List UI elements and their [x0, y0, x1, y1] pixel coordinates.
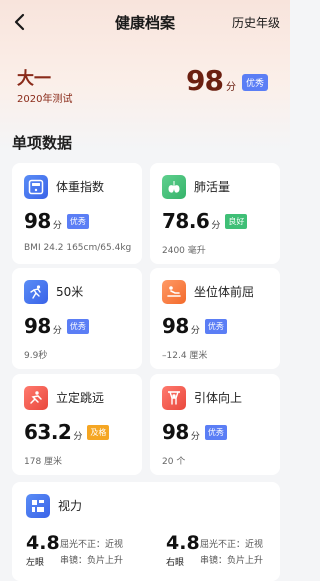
card-detail: 9.9秒: [24, 351, 48, 361]
bmi-scale-icon: [24, 175, 48, 199]
right-eye-refraction: 屈光不正：近视: [200, 540, 264, 550]
nav-bar: 健康档案 历史年级: [0, 0, 290, 44]
left-eye-lens: 串镜：负片上升: [60, 556, 124, 566]
card-name: 肺活量: [194, 180, 231, 194]
score-unit: 分: [211, 221, 221, 231]
overall-grade-badge: 优秀: [241, 74, 268, 91]
card-bmi[interactable]: 体重指数 98 分 优秀 BMI 24.2 165cm/65.4kg: [12, 163, 142, 264]
left-eye-label: 左眼: [26, 558, 45, 568]
right-eye-value: 4.8: [166, 532, 200, 554]
section-title: 单项数据: [12, 134, 73, 152]
score-unit: 分: [190, 432, 200, 442]
card-detail: 2400 毫升: [162, 246, 206, 256]
card-standing-long-jump[interactable]: 立定跳远 63.2 分 及格 178 厘米: [12, 374, 142, 475]
score-unit: 分: [190, 326, 200, 336]
card-sit-and-reach[interactable]: 坐位体前屈 98 分 优秀 –12.4 厘米: [150, 268, 280, 369]
test-year: 2020年测试: [17, 94, 73, 105]
long-jump-icon: [24, 386, 48, 410]
history-grade-link[interactable]: 历史年级: [232, 14, 280, 31]
score-value: 63.2: [24, 420, 72, 444]
overall-score-unit: 分: [225, 82, 236, 93]
card-detail: 20 个: [162, 457, 186, 467]
score-row: 98 分 优秀: [162, 314, 227, 338]
right-eye: 4.8 右眼: [166, 532, 200, 568]
overall-score-value: 98: [186, 64, 224, 97]
card-name: 引体向上: [194, 391, 243, 405]
grade-badge: 及格: [87, 425, 110, 440]
sprint-icon: [24, 280, 48, 304]
score-row: 98 分 优秀: [162, 420, 227, 444]
left-eye: 4.8 左眼: [26, 532, 60, 568]
score-unit: 分: [52, 326, 62, 336]
right-eye-label: 右眼: [166, 558, 185, 568]
grade-badge: 优秀: [204, 425, 227, 440]
overall-score: 98 分 优秀: [186, 64, 268, 97]
score-row: 98 分 优秀: [24, 314, 89, 338]
card-vision[interactable]: 视力 4.8 左眼 屈光不正：近视 串镜：负片上升 4.8 右眼 屈光不正：近视…: [12, 482, 280, 581]
score-row: 98 分 优秀: [24, 209, 89, 233]
right-eye-info: 屈光不正：近视 串镜：负片上升: [200, 537, 263, 569]
card-name: 视力: [58, 499, 83, 513]
score-value: 98: [24, 314, 51, 338]
pull-up-icon: [162, 386, 186, 410]
card-name: 坐位体前屈: [194, 285, 255, 299]
sit-reach-icon: [162, 280, 186, 304]
card-name: 50米: [56, 285, 84, 299]
grade-badge: 优秀: [204, 319, 227, 334]
card-detail: –12.4 厘米: [162, 351, 208, 361]
left-eye-value: 4.8: [26, 532, 60, 554]
card-50m[interactable]: 50米 98 分 优秀 9.9秒: [12, 268, 142, 369]
score-value: 78.6: [162, 209, 210, 233]
grade-badge: 优秀: [66, 214, 89, 229]
left-eye-info: 屈光不正：近视 串镜：负片上升: [60, 537, 123, 569]
score-value: 98: [162, 420, 189, 444]
score-unit: 分: [73, 432, 83, 442]
card-name: 立定跳远: [56, 391, 105, 405]
left-eye-refraction: 屈光不正：近视: [60, 540, 124, 550]
score-unit: 分: [52, 221, 62, 231]
card-lung-capacity[interactable]: 肺活量 78.6 分 良好 2400 毫升: [150, 163, 280, 264]
card-pull-ups[interactable]: 引体向上 98 分 优秀 20 个: [150, 374, 280, 475]
grade-badge: 良好: [225, 214, 248, 229]
score-row: 63.2 分 及格: [24, 420, 110, 444]
student-grade: 大一: [17, 69, 51, 89]
card-detail: BMI 24.2 165cm/65.4kg: [24, 243, 132, 253]
score-value: 98: [162, 314, 189, 338]
vision-icon: [26, 494, 50, 518]
right-eye-lens: 串镜：负片上升: [200, 556, 264, 566]
score-value: 98: [24, 209, 51, 233]
lungs-icon: [162, 175, 186, 199]
grade-badge: 优秀: [66, 319, 89, 334]
card-name: 体重指数: [56, 180, 105, 194]
card-detail: 178 厘米: [24, 457, 63, 467]
score-row: 78.6 分 良好: [162, 209, 248, 233]
